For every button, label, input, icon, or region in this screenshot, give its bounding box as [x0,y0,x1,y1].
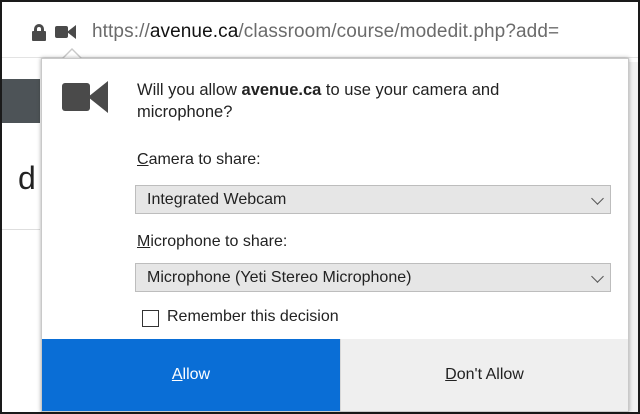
microphone-selected-value: Microphone (Yeti Stereo Microphone) [147,269,412,286]
microphone-select[interactable]: Microphone (Yeti Stereo Microphone) [135,263,611,292]
dont-allow-button[interactable]: Don't Allow [340,339,628,411]
page-scrollbar[interactable] [628,62,638,412]
camera-selected-value: Integrated Webcam [147,191,287,208]
lock-icon[interactable] [32,24,46,41]
camera-select[interactable]: Integrated Webcam [135,185,611,214]
url-text[interactable]: https://avenue.ca/classroom/course/moded… [92,21,638,43]
url-host: avenue.ca [149,21,239,42]
allow-button[interactable]: Allow [42,339,340,411]
camera-icon[interactable] [55,25,77,39]
permission-popup: Will you allow avenue.ca to use your cam… [41,58,629,412]
url-scheme: https:// [92,21,150,42]
permission-question: Will you allow avenue.ca to use your cam… [137,79,597,123]
address-bar[interactable]: https://avenue.ca/classroom/course/moded… [2,2,638,58]
page-navbar-fragment [2,79,40,123]
question-host: avenue.ca [241,81,322,99]
url-path: /classroom/course/modedit.php?add= [238,21,560,42]
chevron-down-icon [591,192,604,205]
page-divider [2,229,40,230]
question-prefix: Will you allow [137,81,242,99]
camera-select-label: Camera to share: [137,151,261,168]
remember-decision-checkbox[interactable] [142,310,159,327]
camera-icon [62,81,108,113]
microphone-select-label: Microphone to share: [137,233,288,250]
chevron-down-icon [591,270,604,283]
remember-decision-label[interactable]: Remember this decision [167,308,339,326]
page-heading-fragment: d [18,160,36,196]
